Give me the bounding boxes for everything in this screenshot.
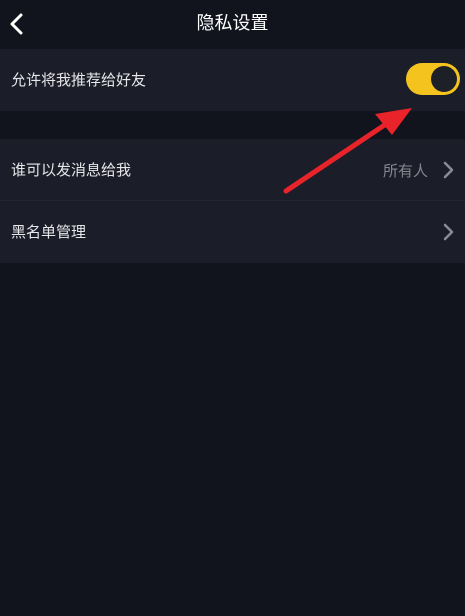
recommend-to-friends-row: 允许将我推荐给好友 [0,49,465,111]
nav-bar: 隐私设置 [0,0,465,50]
who-can-message-value: 所有人 [382,162,428,180]
recommend-to-friends-label: 允许将我推荐给好友 [11,71,147,89]
who-can-message-row[interactable]: 谁可以发消息给我 所有人 [0,139,465,201]
recommend-to-friends-toggle[interactable] [406,63,460,95]
blacklist-management-label: 黑名单管理 [11,223,87,241]
blacklist-management-row[interactable]: 黑名单管理 [0,201,465,263]
chevron-right-icon [443,223,454,241]
privacy-settings-screen: 隐私设置 允许将我推荐给好友 谁可以发消息给我 所有人 黑名单管理 [0,0,465,616]
page-title: 隐私设置 [196,13,269,34]
toggle-knob [431,66,457,92]
who-can-message-label: 谁可以发消息给我 [11,161,132,179]
chevron-right-icon [443,161,454,179]
